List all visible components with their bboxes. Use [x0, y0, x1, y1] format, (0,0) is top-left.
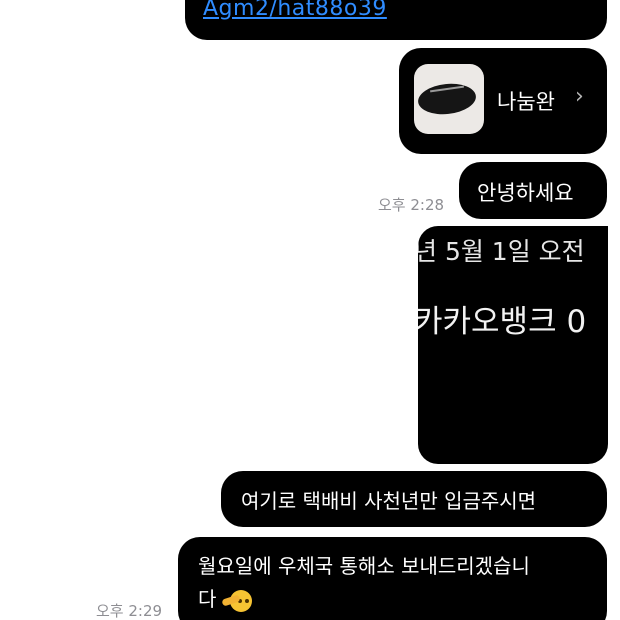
product-card-message[interactable]: 나눔완 › [399, 48, 607, 154]
greeting-message-bubble: 안녕하세요 [459, 162, 607, 219]
text-message-bubble: 월요일에 우체국 통해소 보내드리겠습니 다 [178, 537, 607, 620]
message-timestamp: 오후 2:29 [96, 602, 163, 620]
text-message-bubble: 여기로 택배비 사천년만 입금주시면 [221, 471, 607, 527]
text-message-line: 다 [198, 583, 607, 616]
image-message[interactable]: 년 5월 1일 오전 카카오뱅크 0 [418, 226, 608, 464]
greeting-message-text: 안녕하세요 [477, 181, 574, 205]
product-item-shape [416, 81, 478, 117]
product-thumbnail[interactable] [414, 64, 484, 134]
chevron-right-icon: › [575, 84, 584, 109]
message-timestamp: 오후 2:28 [378, 196, 445, 214]
text-message-line: 월요일에 우체국 통해소 보내드리겠습니 [198, 554, 530, 578]
chat-screen: Agm2/hat88o39 나눔완 › 오후 2:28 안녕하세요 년 5월 1… [0, 0, 620, 620]
product-card-label: 나눔완 [497, 90, 555, 114]
saluting-face-icon [221, 589, 253, 612]
image-text-date: 년 5월 1일 오전 [418, 237, 585, 266]
text-message-fragment: 다 [198, 587, 217, 611]
link-message-bubble: Agm2/hat88o39 [185, 0, 607, 40]
message-link[interactable]: Agm2/hat88o39 [203, 0, 387, 21]
image-text-bank: 카카오뱅크 0 [418, 304, 587, 340]
text-message: 여기로 택배비 사천년만 입금주시면 [241, 489, 537, 513]
